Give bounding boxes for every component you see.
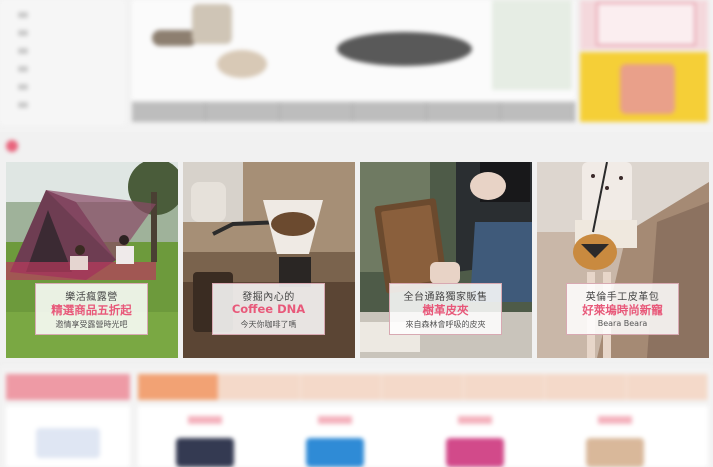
caption-headline: 好萊塢時尚新寵 xyxy=(582,303,663,317)
promo-caption: 全台通路獨家販售 樹革皮夾 來自森林會呼吸的皮夾 xyxy=(389,283,502,335)
hero-product xyxy=(192,4,232,44)
category-tab[interactable] xyxy=(627,374,708,400)
price-tag xyxy=(458,416,492,424)
sidebar-item[interactable] xyxy=(18,28,118,38)
category-tab-bar xyxy=(138,374,708,400)
sidebar-item[interactable] xyxy=(18,46,118,56)
hero-plant-decoration xyxy=(492,0,572,90)
caption-line-1: 樂活瘋露營 xyxy=(65,292,118,303)
category-tab[interactable] xyxy=(382,374,464,400)
bullet-icon xyxy=(18,12,28,18)
caption-line-3: 邀情享受露營時光吧 xyxy=(55,320,128,329)
caption-line-1: 發掘內心的 xyxy=(242,292,295,303)
category-tab[interactable] xyxy=(545,374,627,400)
product-item[interactable] xyxy=(440,416,510,467)
category-tab[interactable] xyxy=(138,374,220,400)
sidebar-item[interactable] xyxy=(18,82,118,92)
side-ad-product xyxy=(620,64,675,114)
top-banner-area xyxy=(0,0,713,132)
promo-card-row: 樂活瘋露營 精選商品五折起 邀情享受露營時光吧 發掘內心的 Coffee DNA… xyxy=(6,162,709,358)
price-tag xyxy=(598,416,632,424)
hero-thumbnail-bar xyxy=(132,102,575,122)
promo-caption: 發掘內心的 Coffee DNA 今天你咖啡了嗎 xyxy=(212,283,325,335)
promo-card-leather-bag[interactable]: 英倫手工皮革包 好萊塢時尚新寵 Beara Beara xyxy=(537,162,709,358)
caption-line-3: 來自森林會呼吸的皮夾 xyxy=(405,320,486,329)
promo-card-wallet[interactable]: 全台通路獨家販售 樹革皮夾 來自森林會呼吸的皮夾 xyxy=(360,162,532,358)
caption-headline: Coffee DNA xyxy=(231,302,306,316)
caption-headline: 精選商品五折起 xyxy=(51,303,132,317)
hero-thumb[interactable] xyxy=(427,102,502,122)
category-tab[interactable] xyxy=(301,374,383,400)
caption-headline: 樹革皮夾 xyxy=(422,303,469,317)
left-product-panel xyxy=(6,406,130,467)
product-item[interactable] xyxy=(300,416,370,467)
bullet-icon xyxy=(18,102,28,108)
sidebar-item[interactable] xyxy=(18,100,118,110)
product-thumbnail xyxy=(586,438,644,467)
caption-line-3: Beara Beara xyxy=(597,319,648,328)
price-tag xyxy=(188,416,222,424)
category-tab[interactable] xyxy=(219,374,301,400)
bottom-product-section xyxy=(0,366,713,467)
left-category-tab[interactable] xyxy=(6,374,130,400)
caption-line-3: 今天你咖啡了嗎 xyxy=(240,320,297,329)
product-thumbnail xyxy=(446,438,504,467)
promo-card-coffee[interactable]: 發掘內心的 Coffee DNA 今天你咖啡了嗎 xyxy=(183,162,355,358)
hero-thumb[interactable] xyxy=(206,102,280,122)
side-ad-top[interactable] xyxy=(580,0,708,50)
bullet-icon xyxy=(18,48,28,54)
bullet-icon xyxy=(18,66,28,72)
product-item[interactable] xyxy=(170,416,240,467)
caption-line-1: 全台通路獨家販售 xyxy=(403,292,488,303)
hero-thumb[interactable] xyxy=(132,102,206,122)
hero-product xyxy=(337,32,472,66)
sidebar-item[interactable] xyxy=(18,10,118,20)
bullet-icon xyxy=(18,30,28,36)
side-ad-frame xyxy=(596,2,696,46)
hero-thumb[interactable] xyxy=(280,102,354,122)
heart-icon xyxy=(6,140,18,152)
caption-line-1: 英倫手工皮革包 xyxy=(585,292,660,303)
section-header xyxy=(6,138,206,154)
product-thumbnail[interactable] xyxy=(36,428,100,458)
price-tag xyxy=(318,416,352,424)
bullet-icon xyxy=(18,84,28,90)
category-sidebar xyxy=(0,0,125,125)
hero-thumb[interactable] xyxy=(501,102,575,122)
promo-caption: 英倫手工皮革包 好萊塢時尚新寵 Beara Beara xyxy=(566,283,679,335)
promo-caption: 樂活瘋露營 精選商品五折起 邀情享受露營時光吧 xyxy=(35,283,148,335)
product-thumbnail xyxy=(306,438,364,467)
hero-product xyxy=(152,30,197,46)
promo-card-camping[interactable]: 樂活瘋露營 精選商品五折起 邀情享受露營時光吧 xyxy=(6,162,178,358)
hero-product xyxy=(217,50,267,78)
sidebar-item[interactable] xyxy=(18,64,118,74)
hero-thumb[interactable] xyxy=(353,102,428,122)
hero-carousel-image[interactable] xyxy=(132,0,575,100)
product-thumbnail xyxy=(176,438,234,467)
side-ad-bottom[interactable] xyxy=(580,52,708,122)
product-item[interactable] xyxy=(580,416,650,467)
category-tab[interactable] xyxy=(464,374,546,400)
